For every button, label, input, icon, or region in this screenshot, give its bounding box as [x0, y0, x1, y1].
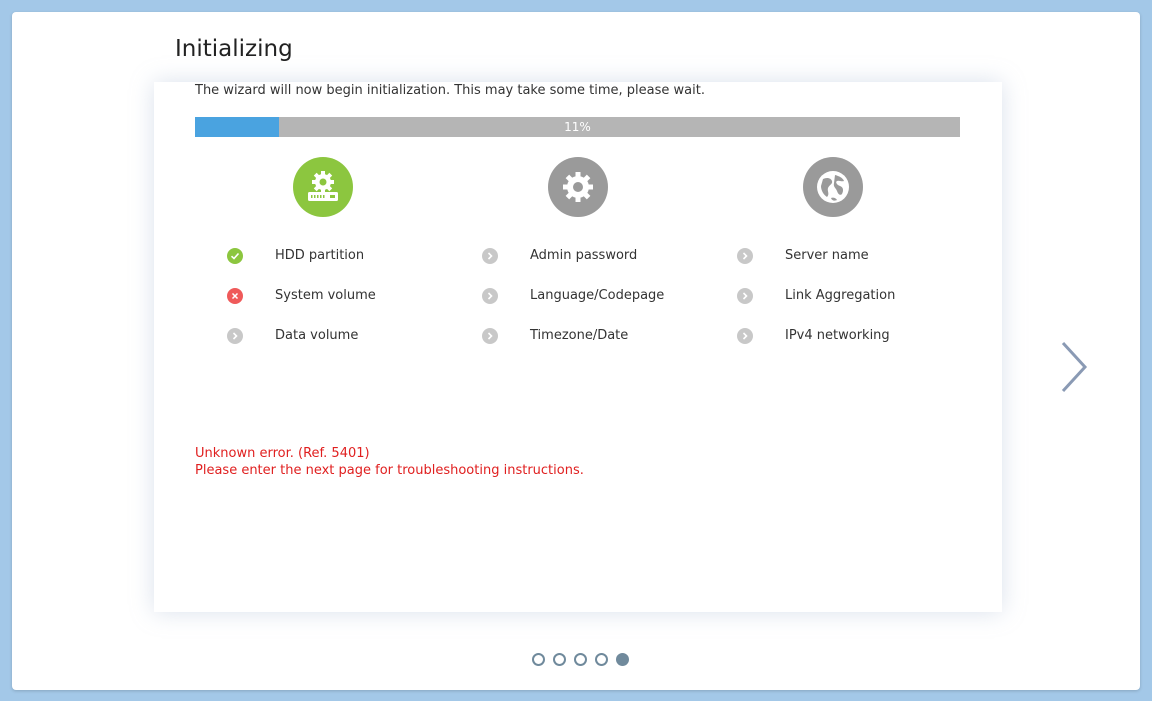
pending-chevron-icon: [737, 288, 753, 304]
error-message: Unknown error. (Ref. 5401) Please enter …: [195, 445, 584, 479]
step-label: Data volume: [275, 328, 359, 343]
error-line-ref: Unknown error. (Ref. 5401): [195, 446, 370, 461]
step-label: Admin password: [530, 248, 638, 263]
page-title: Initializing: [175, 36, 293, 62]
step-label: IPv4 networking: [785, 328, 890, 343]
disk-gear-icon: [293, 157, 353, 217]
step-label: System volume: [275, 288, 376, 303]
page-dot-1[interactable]: [532, 653, 545, 666]
chevron-right-icon: [1061, 341, 1088, 393]
page-dot-3[interactable]: [574, 653, 587, 666]
step-label: Language/Codepage: [530, 288, 665, 303]
page-dot-4[interactable]: [595, 653, 608, 666]
gear-icon: [548, 157, 608, 217]
wizard-panel: Initializing The wizard will now begin i…: [12, 12, 1140, 690]
step-label: Server name: [785, 248, 869, 263]
error-x-icon: [227, 288, 243, 304]
check-icon: [227, 248, 243, 264]
page-dot-2[interactable]: [553, 653, 566, 666]
page-dot-5[interactable]: [616, 653, 629, 666]
pagination-dots: [532, 653, 629, 666]
pending-chevron-icon: [482, 248, 498, 264]
step-label: Timezone/Date: [530, 328, 629, 343]
pending-chevron-icon: [737, 328, 753, 344]
pending-chevron-icon: [737, 248, 753, 264]
page-description: The wizard will now begin initialization…: [195, 83, 705, 98]
progress-bar: 11%: [195, 117, 960, 137]
progress-label: 11%: [564, 120, 591, 134]
next-page-button[interactable]: [1057, 337, 1097, 397]
pending-chevron-icon: [482, 288, 498, 304]
globe-icon: [803, 157, 863, 217]
pending-chevron-icon: [482, 328, 498, 344]
step-label: HDD partition: [275, 248, 365, 263]
pending-chevron-icon: [227, 328, 243, 344]
error-line-instructions: Please enter the next page for troublesh…: [195, 463, 584, 478]
step-label: Link Aggregation: [785, 288, 896, 303]
